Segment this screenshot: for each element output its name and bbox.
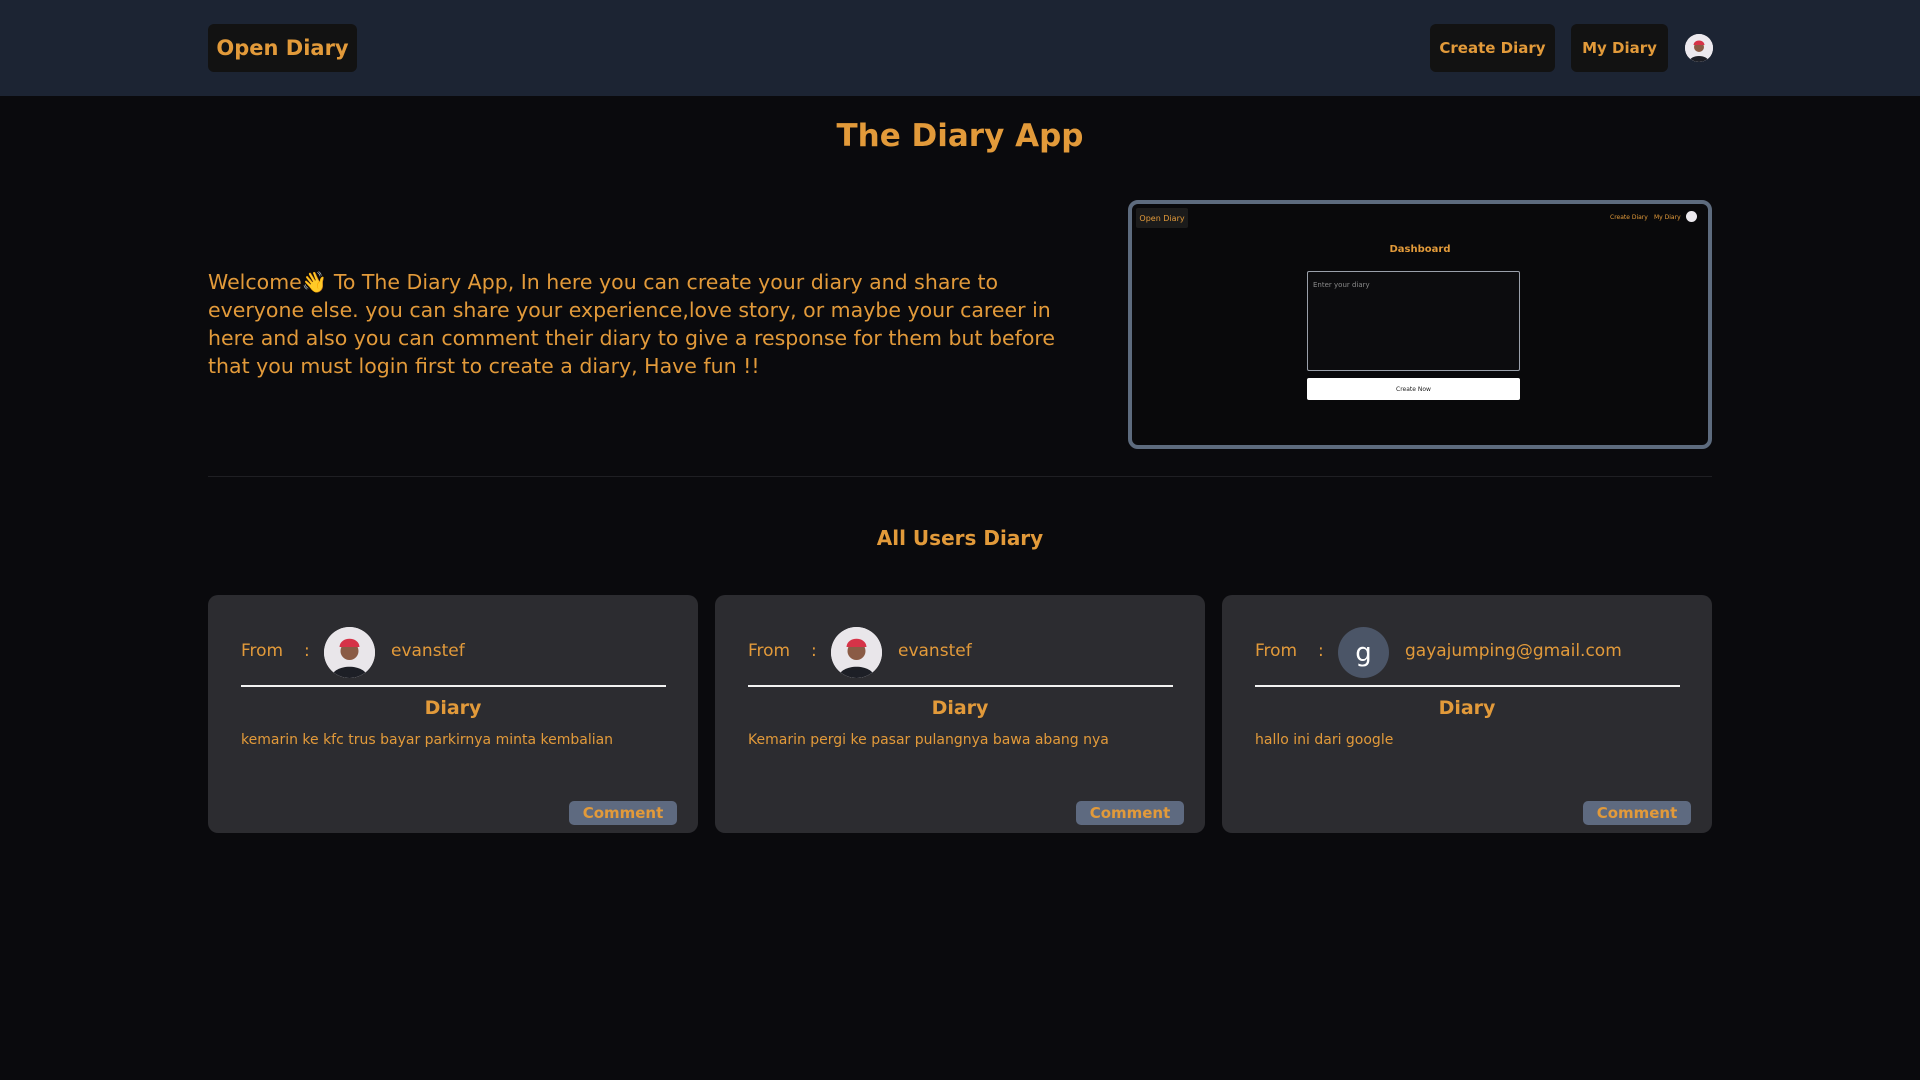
- user-photo-icon: [324, 627, 375, 678]
- user-photo-icon: [831, 627, 882, 678]
- preview-brand: Open Diary: [1136, 208, 1188, 228]
- card-divider: [748, 685, 1173, 687]
- my-diary-button[interactable]: My Diary: [1571, 24, 1668, 72]
- from-separator: :: [811, 641, 817, 661]
- preview-nav-my: My Diary: [1654, 214, 1681, 221]
- from-separator: :: [1318, 641, 1324, 661]
- user-avatar[interactable]: [1685, 34, 1713, 62]
- author-avatar: [324, 627, 375, 678]
- top-navbar: Open Diary Create Diary My Diary: [0, 0, 1920, 96]
- from-label: From: [748, 641, 791, 661]
- page-title: The Diary App: [836, 118, 1084, 154]
- author-username: gayajumping@gmail.com: [1405, 641, 1622, 661]
- app-preview-image: Open Diary Create Diary My Diary Dashboa…: [1128, 200, 1712, 449]
- diary-text: Kemarin pergi ke pasar pulangnya bawa ab…: [748, 732, 1109, 748]
- card-divider: [1255, 685, 1680, 687]
- from-separator: :: [304, 641, 310, 661]
- diary-card: From : g gayajumping@gmail.com Diary hal…: [1222, 595, 1712, 833]
- from-label: From: [241, 641, 284, 661]
- create-diary-button[interactable]: Create Diary: [1430, 24, 1555, 72]
- author-username: evanstef: [898, 641, 972, 661]
- diary-heading: Diary: [1438, 697, 1496, 719]
- user-photo-icon: [1685, 34, 1713, 62]
- from-label: From: [1255, 641, 1298, 661]
- author-avatar: [831, 627, 882, 678]
- diary-heading: Diary: [931, 697, 989, 719]
- comment-button[interactable]: Comment: [1076, 801, 1184, 825]
- diary-text: hallo ini dari google: [1255, 732, 1394, 748]
- comment-button[interactable]: Comment: [569, 801, 677, 825]
- preview-nav-create: Create Diary: [1610, 214, 1648, 221]
- author-avatar-letter: g: [1338, 627, 1389, 678]
- brand-logo-button[interactable]: Open Diary: [208, 24, 357, 72]
- section-divider: [208, 476, 1712, 477]
- preview-avatar-icon: [1686, 211, 1697, 222]
- preview-title: Dashboard: [1389, 244, 1451, 255]
- diary-text: kemarin ke kfc trus bayar parkirnya mint…: [241, 732, 614, 748]
- preview-create-button: Create Now: [1307, 378, 1520, 400]
- diary-card: From : evanstef Diary kemarin ke kfc tru…: [208, 595, 698, 833]
- comment-button[interactable]: Comment: [1583, 801, 1691, 825]
- card-divider: [241, 685, 666, 687]
- intro-text: Welcome👋 To The Diary App, In here you c…: [208, 270, 1055, 378]
- diary-card: From : evanstef Diary Kemarin pergi ke p…: [715, 595, 1205, 833]
- section-title: All Users Diary: [876, 526, 1044, 550]
- diary-heading: Diary: [424, 697, 482, 719]
- preview-diary-textarea: Enter your diary: [1307, 271, 1520, 371]
- author-username: evanstef: [391, 641, 465, 661]
